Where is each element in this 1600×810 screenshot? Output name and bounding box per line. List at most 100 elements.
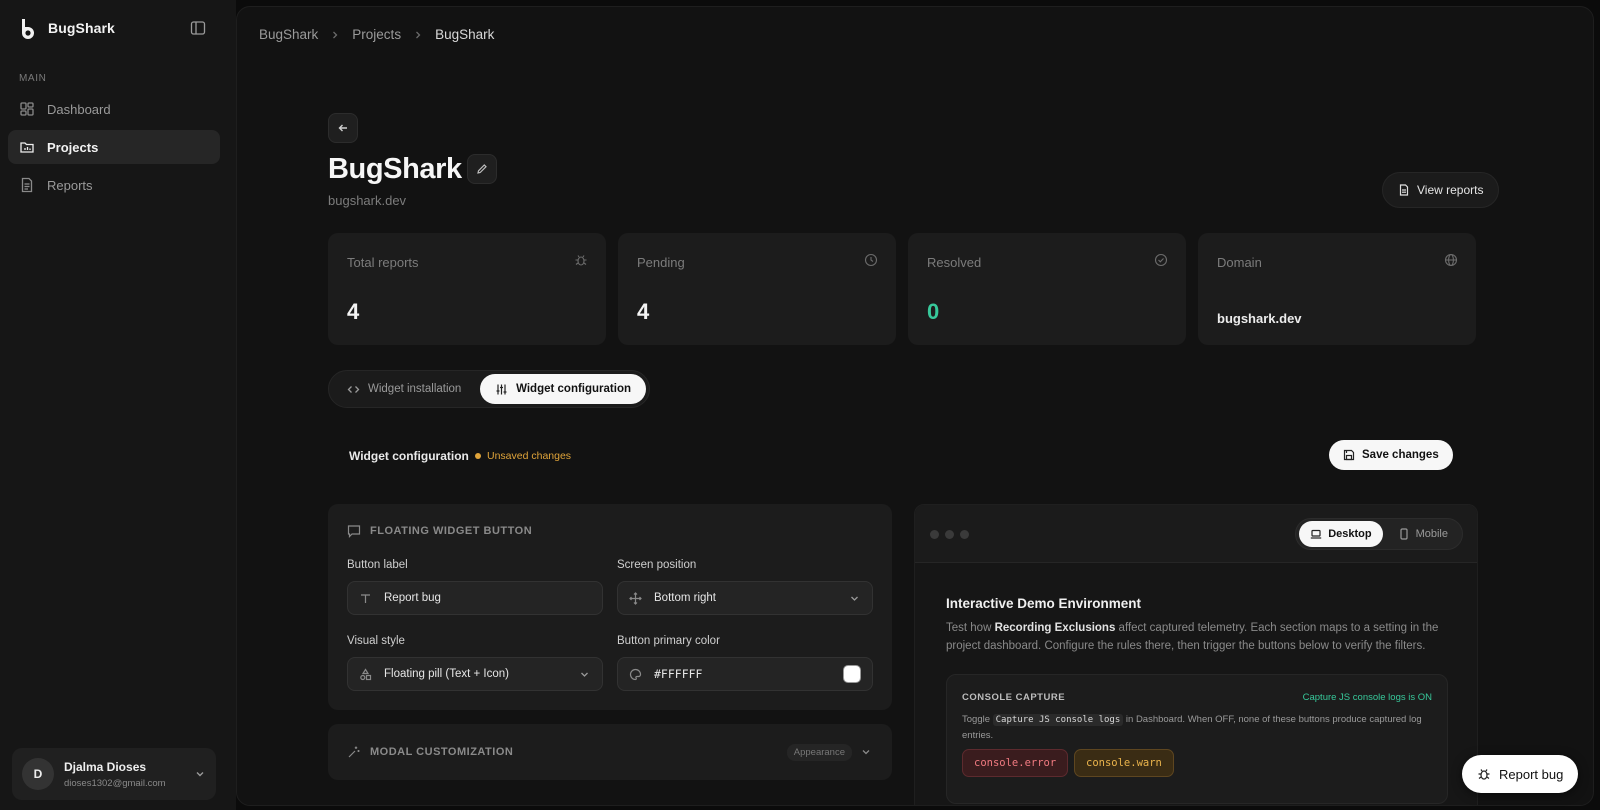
stat-label: Domain	[1217, 255, 1262, 270]
dashboard-icon	[20, 102, 34, 116]
smartphone-icon	[1399, 528, 1408, 540]
stat-value: 4	[347, 299, 360, 324]
preview-window-bar: Desktop Mobile	[915, 505, 1477, 563]
button-label-input[interactable]: Report bug	[347, 581, 603, 615]
stat-card-pending: Pending 4	[618, 233, 896, 345]
demo-description: Test how Recording Exclusions affect cap…	[946, 622, 1439, 652]
desktop-toggle[interactable]: Desktop	[1299, 521, 1383, 547]
stat-value: 4	[637, 299, 650, 324]
breadcrumb-item[interactable]: Projects	[352, 27, 401, 42]
user-menu[interactable]: D Djalma Dioses dioses1302@gmail.com	[12, 748, 216, 800]
back-button[interactable]	[328, 113, 358, 143]
chevron-right-icon	[416, 31, 421, 38]
stat-card-resolved: Resolved 0	[908, 233, 1186, 345]
capture-status: Capture JS console logs is ON	[1302, 692, 1432, 703]
section-header: FLOATING WIDGET BUTTON	[347, 524, 532, 538]
floating-widget-panel: FLOATING WIDGET BUTTON Button label Repo…	[328, 504, 892, 710]
view-reports-label: View reports	[1417, 183, 1484, 197]
section-header: MODAL CUSTOMIZATION	[347, 745, 513, 759]
sidebar-item-label: Reports	[47, 177, 93, 193]
report-bug-label: Report bug	[1499, 766, 1564, 782]
stat-card-total-reports: Total reports 4	[328, 233, 606, 345]
stat-label: Resolved	[927, 255, 982, 270]
device-toggle: Desktop Mobile	[1295, 518, 1463, 550]
stat-card-domain: Domain bugshark.dev	[1198, 233, 1476, 345]
brand[interactable]: BugShark	[18, 17, 115, 39]
stat-value: bugshark.dev	[1217, 311, 1302, 326]
text-icon	[361, 593, 370, 603]
console-warn-button[interactable]: console.warn	[1074, 749, 1174, 777]
mobile-toggle[interactable]: Mobile	[1387, 521, 1459, 547]
config-title: Widget configuration	[349, 449, 469, 463]
unsaved-label: Unsaved changes	[487, 450, 572, 462]
breadcrumb-item[interactable]: BugShark	[259, 27, 318, 42]
nav-section-label: MAIN	[19, 73, 47, 84]
bugshark-logo-icon	[22, 19, 34, 39]
clock-icon	[864, 253, 878, 267]
sidebar-nav: Dashboard Projects Reports	[8, 92, 220, 206]
breadcrumb-current: BugShark	[435, 27, 495, 42]
arrow-left-icon	[338, 124, 347, 132]
console-error-button[interactable]: console.error	[962, 749, 1069, 777]
breadcrumb: BugShark Projects BugShark	[259, 27, 494, 42]
sidebar-toggle-icon[interactable]	[190, 20, 206, 36]
sidebar-item-label: Projects	[47, 139, 99, 155]
sliders-icon	[496, 384, 507, 394]
globe-icon	[1444, 253, 1458, 267]
sidebar-item-projects[interactable]: Projects	[8, 130, 220, 164]
device-label: Mobile	[1415, 528, 1448, 540]
bug-icon	[1478, 769, 1490, 780]
device-label: Desktop	[1328, 528, 1372, 540]
sidebar-item-reports[interactable]: Reports	[8, 168, 220, 202]
status-dot	[475, 453, 481, 459]
view-reports-button[interactable]: View reports	[1382, 172, 1500, 208]
modal-customization-panel[interactable]: MODAL CUSTOMIZATION Appearance	[328, 724, 892, 780]
demo-title: Interactive Demo Environment	[946, 596, 1142, 611]
card-description: Toggle Capture JS console logs in Dashbo…	[962, 714, 1422, 741]
card-title: CONSOLE CAPTURE	[962, 692, 1066, 703]
demo-preview-panel: Desktop Mobile Interactive Demo Environm…	[914, 504, 1478, 805]
tab-label: Widget installation	[368, 383, 462, 395]
chevron-right-icon	[333, 31, 338, 38]
tab-widget-configuration[interactable]: Widget configuration	[480, 374, 646, 404]
stat-label: Total reports	[347, 255, 419, 270]
section-title: MODAL CUSTOMIZATION	[370, 746, 514, 758]
window-dot	[960, 530, 969, 539]
avatar: D	[22, 758, 54, 790]
file-icon	[1399, 184, 1409, 196]
folder-icon	[20, 142, 34, 153]
laptop-icon	[1310, 529, 1322, 539]
section-title: FLOATING WIDGET BUTTON	[370, 525, 533, 537]
edit-title-button[interactable]	[467, 154, 497, 184]
chevron-down-icon	[862, 750, 870, 755]
sidebar-item-label: Dashboard	[47, 101, 111, 117]
field-value: Floating pill (Text + Icon)	[384, 668, 509, 680]
move-icon	[629, 591, 642, 605]
shapes-icon	[360, 667, 372, 680]
stat-label: Pending	[637, 255, 685, 270]
inline-code: Capture JS console logs	[992, 714, 1124, 726]
app-name: BugShark	[48, 20, 115, 36]
main-content: BugShark Projects BugShark BugShark bugs…	[236, 6, 1594, 806]
screen-position-select[interactable]: Bottom right	[617, 581, 873, 615]
field-value: Report bug	[384, 592, 441, 604]
appearance-badge: Appearance	[786, 744, 852, 761]
report-bug-floating-button[interactable]: Report bug	[1462, 755, 1579, 793]
page-title: BugShark	[328, 153, 462, 185]
visual-style-select[interactable]: Floating pill (Text + Icon)	[347, 657, 603, 691]
file-icon	[21, 177, 33, 193]
stat-value: 0	[927, 299, 940, 324]
field-label: Button primary color	[617, 635, 720, 647]
sidebar-item-dashboard[interactable]: Dashboard	[8, 92, 220, 126]
project-domain: bugshark.dev	[328, 193, 407, 208]
pencil-icon	[477, 164, 487, 174]
chevron-down-icon	[196, 772, 204, 777]
unsaved-indicator: Unsaved changes	[475, 450, 571, 462]
color-swatch[interactable]	[843, 665, 861, 683]
bug-icon	[575, 255, 587, 266]
primary-color-input[interactable]: #FFFFFF	[617, 657, 873, 691]
tab-widget-installation[interactable]: Widget installation	[332, 374, 476, 404]
save-changes-button[interactable]: Save changes	[1329, 440, 1453, 470]
check-circle-icon	[1154, 253, 1168, 267]
config-tabs: Widget installation Widget configuration	[328, 370, 650, 408]
